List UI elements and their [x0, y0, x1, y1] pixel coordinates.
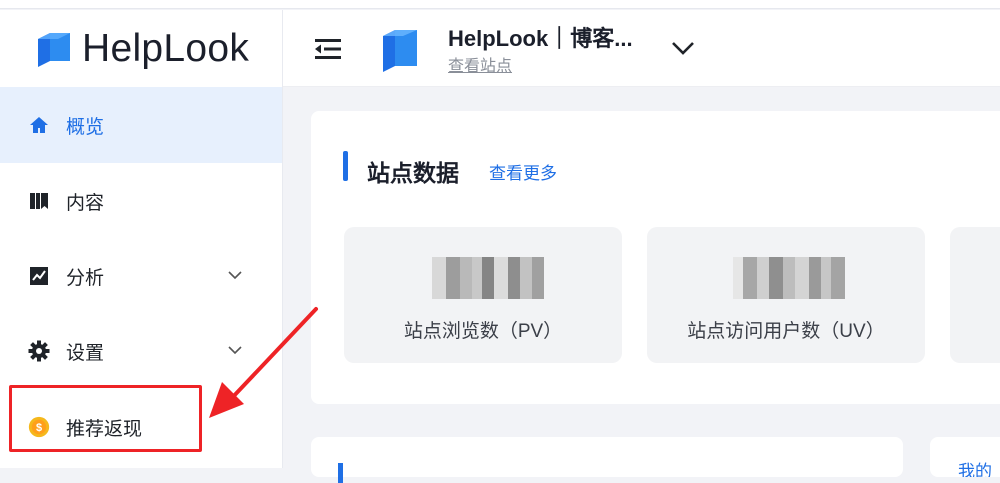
stat-label: 站点浏览数（PV） [403, 321, 563, 342]
sidebar-item-label: 内容 [66, 192, 105, 214]
sidebar-item-analytics[interactable]: 分析 [0, 238, 282, 314]
sidebar-item-content[interactable]: 内容 [0, 163, 282, 239]
view-more-link[interactable]: 查看更多 [489, 159, 557, 184]
sidebar-item-label: 分析 [66, 267, 105, 289]
highlight-box [9, 385, 202, 452]
section-title: 站点数据 [367, 160, 459, 186]
sidebar-item-overview[interactable]: 概览 [0, 87, 282, 163]
chevron-down-icon [228, 342, 242, 360]
sidebar-item-settings[interactable]: 设置 [0, 313, 282, 389]
stat-value-blurred [432, 257, 544, 299]
site-logo-icon [381, 24, 421, 79]
stat-card-pv: 站点浏览数（PV） [344, 227, 622, 363]
section-accent-bar [343, 151, 348, 181]
chart-icon [28, 265, 50, 287]
view-site-link[interactable]: 查看站点 [448, 52, 512, 76]
site-title: HelpLook｜博客... [448, 26, 633, 51]
sidebar-item-label: 设置 [66, 342, 105, 364]
bottom-card-right: 我的 [930, 437, 1000, 477]
collapse-menu-icon[interactable] [315, 38, 341, 65]
home-icon [28, 114, 50, 136]
gear-icon [28, 340, 50, 362]
sidebar-item-label: 概览 [66, 116, 105, 138]
chevron-down-icon[interactable] [671, 40, 695, 61]
book-icon [28, 190, 50, 212]
site-stats-card: 站点数据 查看更多 站点浏览数（PV） 站点访问用户数（UV） [311, 111, 1000, 404]
stat-label: 站点访问用户数（UV） [687, 321, 885, 342]
bottom-card-left [311, 437, 903, 483]
stat-value-blurred [733, 257, 845, 299]
top-strip [0, 0, 1000, 9]
section-accent-bar [338, 463, 343, 483]
partial-link[interactable]: 我的 [958, 457, 992, 477]
logo-text: HelpLook [82, 26, 250, 70]
stat-card-uv: 站点访问用户数（UV） [647, 227, 925, 363]
chevron-down-icon [228, 267, 242, 285]
stat-card-partial [950, 227, 1000, 363]
top-header: HelpLook｜博客... 查看站点 [283, 10, 1000, 87]
app-logo[interactable]: HelpLook [0, 10, 282, 87]
helplook-logo-icon [38, 32, 70, 67]
